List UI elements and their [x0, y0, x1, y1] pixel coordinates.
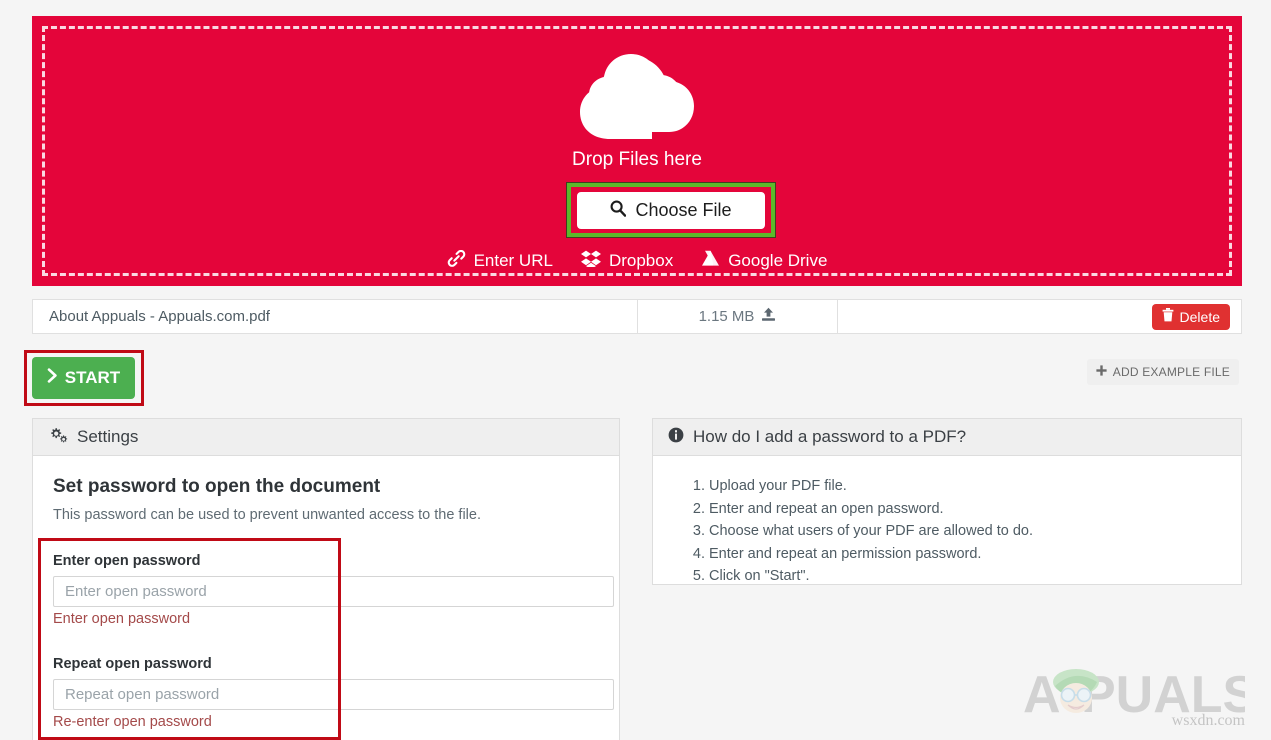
file-size-cell: 1.15 MB — [638, 300, 838, 333]
dropbox-link[interactable]: Dropbox — [580, 250, 674, 272]
dropbox-label: Dropbox — [608, 251, 674, 270]
delete-file-button[interactable]: Delete — [1151, 303, 1230, 330]
help-panel-header: How do I add a password to a PDF? — [653, 419, 1241, 456]
help-panel: How do I add a password to a PDF? Upload… — [652, 418, 1242, 585]
link-icon — [447, 249, 466, 272]
cloud-upload-icon — [32, 51, 1242, 143]
file-actions-cell: Delete — [838, 300, 1241, 333]
open-password-label: Enter open password — [53, 553, 201, 569]
google-drive-link[interactable]: Google Drive — [701, 250, 827, 272]
page-root: Drop Files here Choose File Enter URL Dr… — [0, 0, 1271, 740]
repeat-password-label: Repeat open password — [53, 656, 212, 672]
google-drive-label: Google Drive — [728, 251, 828, 270]
help-panel-title: How do I add a password to a PDF? — [693, 427, 967, 446]
help-steps-list: Upload your PDF file. Enter and repeat a… — [673, 473, 1221, 587]
svg-text:A: A — [1023, 666, 1061, 724]
add-example-file-button[interactable]: ADD EXAMPLE FILE — [1086, 359, 1239, 385]
appuals-watermark: A PUALS wsxdn.com — [1023, 654, 1253, 732]
chevron-right-icon — [47, 368, 58, 388]
plus-icon — [1096, 365, 1107, 379]
settings-panel-title: Settings — [77, 427, 139, 446]
settings-panel-header: Settings — [33, 419, 619, 456]
watermark-source: wsxdn.com — [1171, 712, 1245, 729]
open-password-input[interactable] — [53, 576, 614, 607]
search-icon — [610, 200, 627, 222]
settings-description: This password can be used to prevent unw… — [53, 507, 481, 523]
list-item: Click on "Start". — [709, 567, 1221, 587]
settings-panel-body: Set password to open the document This p… — [33, 456, 619, 730]
info-icon — [668, 427, 684, 448]
list-item: Enter and repeat an open password. — [709, 500, 1221, 520]
google-drive-icon — [701, 250, 720, 272]
repeat-password-hint: Re-enter open password — [53, 714, 212, 730]
delete-label: Delete — [1179, 308, 1220, 325]
repeat-password-input[interactable] — [53, 679, 614, 710]
start-label: START — [64, 368, 121, 387]
repeat-password-field-group: Repeat open password Re-enter open passw… — [53, 656, 614, 730]
choose-file-label: Choose File — [635, 200, 732, 220]
list-item: Choose what users of your PDF are allowe… — [709, 522, 1221, 542]
trash-icon — [1162, 308, 1174, 325]
file-dropzone[interactable]: Drop Files here Choose File Enter URL Dr… — [32, 16, 1242, 286]
open-password-hint: Enter open password — [53, 611, 191, 627]
list-item: Upload your PDF file. — [709, 477, 1221, 497]
file-size-label: 1.15 MB — [698, 308, 755, 325]
start-button[interactable]: START — [32, 357, 135, 399]
enter-url-label: Enter URL — [473, 251, 553, 270]
choose-file-button[interactable]: Choose File — [577, 192, 765, 229]
list-item: Enter and repeat an permission password. — [709, 545, 1221, 565]
settings-panel: Settings Set password to open the docume… — [32, 418, 620, 740]
upload-source-links: Enter URL Dropbox Google Drive — [32, 249, 1242, 272]
cogs-icon — [48, 426, 68, 448]
drop-files-text: Drop Files here — [572, 149, 702, 170]
file-name: About Appuals - Appuals.com.pdf — [33, 300, 638, 333]
svg-text:PUALS: PUALS — [1081, 666, 1245, 724]
enter-url-link[interactable]: Enter URL — [447, 249, 553, 272]
add-example-file-label: ADD EXAMPLE FILE — [1112, 365, 1230, 379]
help-panel-body: Upload your PDF file. Enter and repeat a… — [653, 456, 1241, 587]
upload-icon — [761, 307, 776, 326]
uploaded-file-row: About Appuals - Appuals.com.pdf 1.15 MB — [32, 299, 1242, 334]
dropbox-icon — [580, 250, 601, 272]
settings-heading: Set password to open the document — [53, 476, 381, 497]
open-password-field-group: Enter open password Enter open password — [53, 553, 614, 627]
